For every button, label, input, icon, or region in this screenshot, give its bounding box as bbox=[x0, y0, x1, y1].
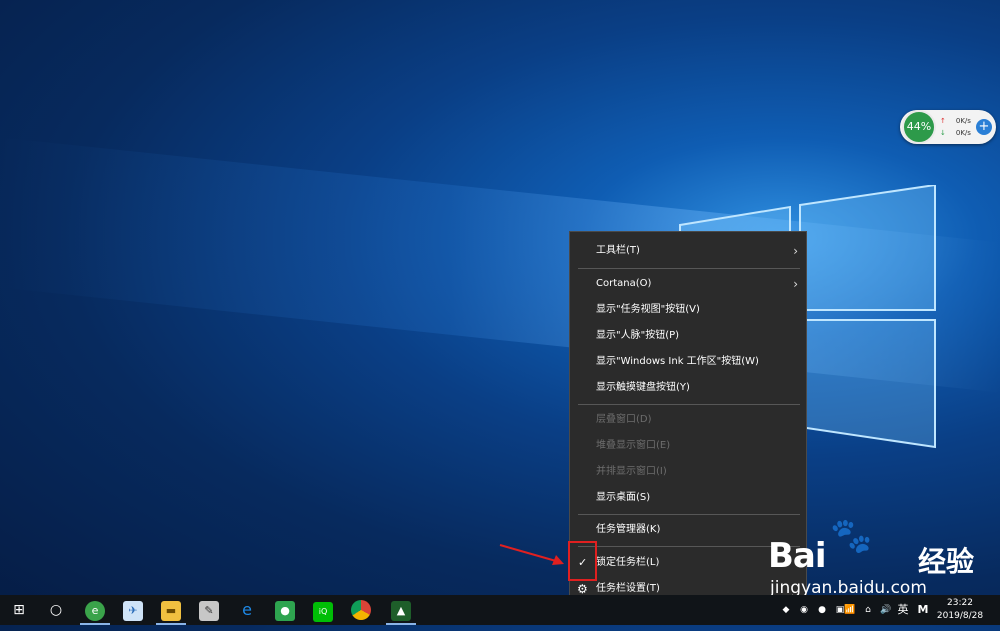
menu-item-show-touch-keyboard[interactable]: 显示触摸键盘按钮(Y) bbox=[570, 375, 806, 401]
wechat-icon[interactable]: ● bbox=[266, 595, 304, 625]
menu-item-label: 任务栏设置(T) bbox=[596, 583, 660, 594]
download-speed: ↓ 0K/s bbox=[940, 129, 976, 137]
menu-divider bbox=[578, 268, 800, 269]
menu-item-label: 显示桌面(S) bbox=[596, 492, 651, 503]
red-arrow-annotation bbox=[499, 544, 564, 565]
clock-time: 23:22 bbox=[947, 598, 973, 608]
download-speed-value: 0K/s bbox=[955, 129, 971, 137]
network-speed-widget[interactable]: 44% ↑ 0K/s ↓ 0K/s + bbox=[900, 110, 996, 144]
menu-item-label: 层叠窗口(D) bbox=[596, 414, 652, 425]
iqiyi-icon[interactable]: iQ bbox=[304, 595, 342, 625]
chevron-right-icon: › bbox=[793, 244, 798, 258]
windows-start-icon[interactable]: ⊞ bbox=[0, 595, 38, 625]
network-icon[interactable]: ⌂ bbox=[860, 595, 876, 625]
menu-item-show-windows-ink[interactable]: 显示"Windows Ink 工作区"按钮(W) bbox=[570, 349, 806, 375]
menu-item-label: 显示"Windows Ink 工作区"按钮(W) bbox=[596, 356, 759, 367]
memory-percent-badge: 44% bbox=[902, 110, 936, 144]
menu-item-show-people[interactable]: 显示"人脉"按钮(P) bbox=[570, 323, 806, 349]
ime-mode-indicator[interactable]: M bbox=[916, 595, 930, 625]
baidu-jingyan-watermark: 🐾 Bai 经验 jingyan.baidu.com bbox=[768, 516, 998, 602]
download-arrow-icon: ↓ bbox=[940, 129, 946, 137]
menu-item-label: 锁定任务栏(L) bbox=[596, 557, 660, 568]
menu-item-label: 显示"人脉"按钮(P) bbox=[596, 330, 680, 341]
menu-item-cascade-windows: 层叠窗口(D) bbox=[570, 407, 806, 433]
menu-item-show-desktop[interactable]: 显示桌面(S) bbox=[570, 485, 806, 511]
ime-language-indicator[interactable]: 英 bbox=[896, 595, 910, 625]
tray-app-icon[interactable]: ◉ bbox=[796, 595, 812, 625]
menu-item-label: Cortana(O) bbox=[596, 278, 652, 289]
menu-divider bbox=[578, 514, 800, 515]
feather-app-icon[interactable]: ✈ bbox=[114, 595, 152, 625]
menu-item-side-by-side: 并排显示窗口(I) bbox=[570, 459, 806, 485]
watermark-brand: Bai bbox=[768, 536, 827, 576]
boost-plus-icon[interactable]: + bbox=[976, 119, 992, 135]
upload-speed-value: 0K/s bbox=[955, 117, 971, 125]
menu-divider bbox=[578, 404, 800, 405]
upload-arrow-icon: ↑ bbox=[940, 117, 946, 125]
cortana-search-icon[interactable]: ○ bbox=[37, 595, 75, 625]
tray-app-icon[interactable]: ● bbox=[814, 595, 830, 625]
menu-item-label: 堆叠显示窗口(E) bbox=[596, 440, 671, 451]
menu-item-toolbars[interactable]: 工具栏(T) › bbox=[570, 238, 806, 264]
menu-item-stack-windows: 堆叠显示窗口(E) bbox=[570, 433, 806, 459]
taskbar-clock[interactable]: 23:22 2019/8/28 bbox=[930, 597, 990, 623]
upload-speed: ↑ 0K/s bbox=[940, 117, 976, 125]
chrome-icon[interactable] bbox=[342, 595, 380, 625]
menu-item-show-task-view[interactable]: 显示"任务视图"按钮(V) bbox=[570, 297, 806, 323]
browser-icon[interactable]: e bbox=[76, 595, 114, 625]
menu-item-label: 显示"任务视图"按钮(V) bbox=[596, 304, 700, 315]
menu-item-cortana[interactable]: Cortana(O) › bbox=[570, 271, 806, 297]
menu-item-label: 显示触摸键盘按钮(Y) bbox=[596, 382, 690, 393]
menu-item-label: 任务管理器(K) bbox=[596, 524, 661, 535]
volume-icon[interactable]: 🔊 bbox=[878, 595, 894, 625]
paint-icon[interactable]: ✎ bbox=[190, 595, 228, 625]
menu-divider bbox=[578, 546, 800, 547]
wifi-icon[interactable]: 📶 bbox=[842, 595, 858, 625]
internet-explorer-icon[interactable]: e bbox=[228, 595, 266, 625]
paw-logo-icon: 🐾 bbox=[830, 516, 873, 556]
watermark-brand-cn: 经验 bbox=[918, 545, 975, 578]
menu-item-label: 并排显示窗口(I) bbox=[596, 466, 667, 477]
file-explorer-icon[interactable]: ▬ bbox=[152, 595, 190, 625]
game-icon[interactable]: ▲ bbox=[382, 595, 420, 625]
highlight-box bbox=[568, 541, 597, 581]
chevron-right-icon: › bbox=[793, 277, 798, 291]
menu-item-label: 工具栏(T) bbox=[596, 245, 640, 256]
taskbar: ⊞ ○ e ✈ ▬ ✎ e ● iQ ▲ ◆ ◉ ● ▣ 📶 ⌂ 🔊 英 M 2… bbox=[0, 595, 1000, 625]
tray-app-icon[interactable]: ◆ bbox=[778, 595, 794, 625]
clock-date: 2019/8/28 bbox=[936, 611, 984, 621]
